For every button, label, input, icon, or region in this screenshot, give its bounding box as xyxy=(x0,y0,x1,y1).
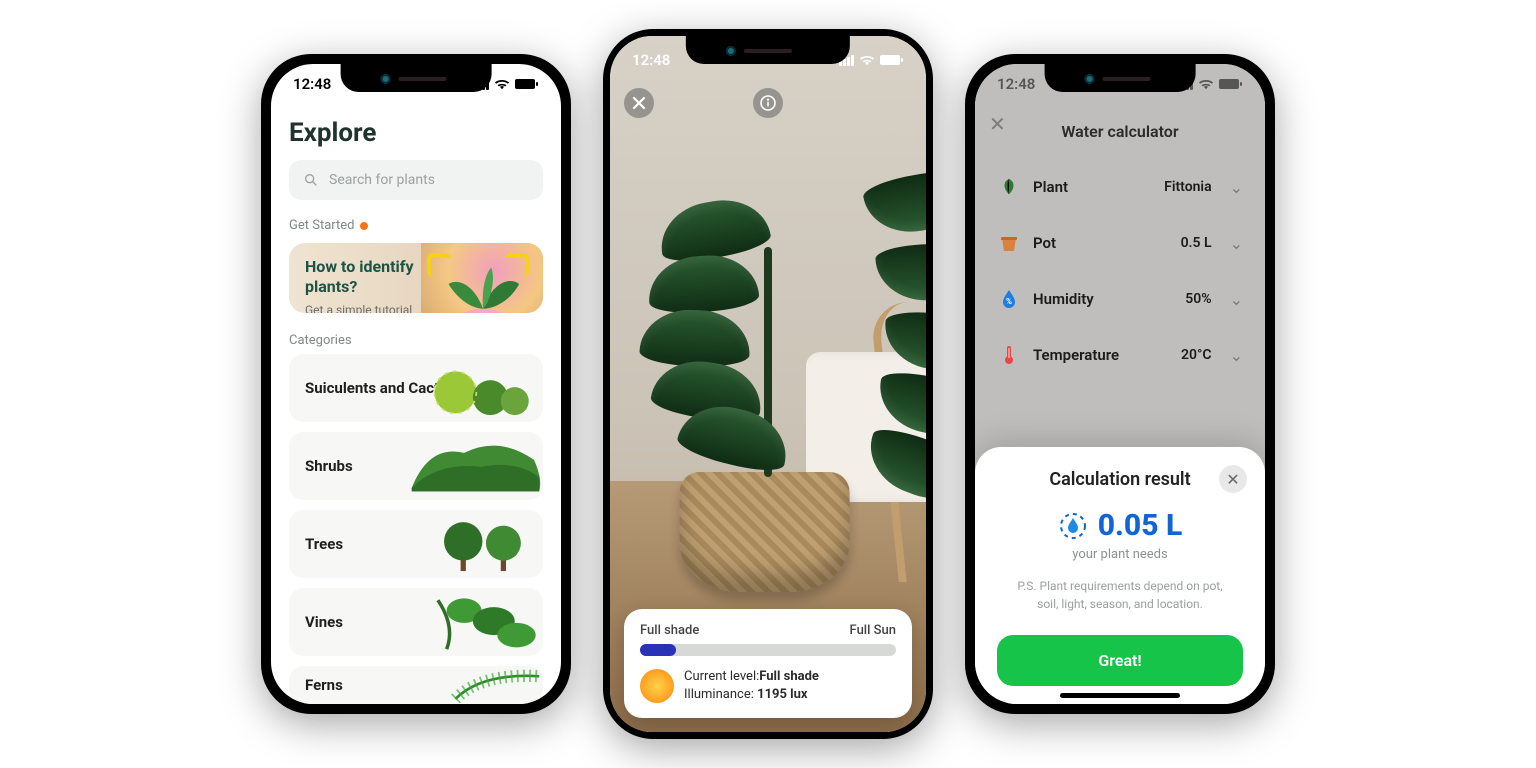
great-button[interactable]: Great! xyxy=(997,635,1243,686)
illuminance-value: 1195 lux xyxy=(757,687,807,702)
row-humidity-value: 50% xyxy=(1185,291,1211,307)
pot-icon xyxy=(997,231,1021,255)
close-button[interactable]: ✕ xyxy=(989,112,1006,136)
page-title: Explore xyxy=(289,118,543,148)
wifi-icon xyxy=(1198,78,1214,90)
meter-max-label: Full Sun xyxy=(850,623,896,638)
category-item-vines[interactable]: Vines xyxy=(289,588,543,656)
battery-icon xyxy=(1219,78,1243,90)
badge-dot xyxy=(360,222,368,230)
wifi-icon xyxy=(859,54,875,66)
battery-icon xyxy=(515,78,539,90)
row-pot-value: 0.5 L xyxy=(1181,235,1212,251)
phone-lightmeter: 12:48 xyxy=(603,29,933,739)
humidity-icon: % xyxy=(997,287,1021,311)
wifi-icon xyxy=(494,78,510,90)
light-meter-slider[interactable] xyxy=(640,644,896,656)
row-plant-value: Fittonia xyxy=(1164,179,1211,195)
thermometer-icon xyxy=(997,343,1021,367)
phone-water-calculator: 12:48 ✕ Water calculator Plant Fittonia … xyxy=(965,54,1275,714)
plant-icon xyxy=(997,175,1021,199)
result-sheet: ✕ Calculation result 0.05 L your plant n… xyxy=(975,447,1265,704)
chevron-down-icon: ⌄ xyxy=(1230,234,1243,253)
result-subtitle: your plant needs xyxy=(997,547,1243,562)
water-drop-icon xyxy=(1058,511,1088,541)
category-image xyxy=(403,432,543,500)
info-button[interactable] xyxy=(753,88,783,118)
notch xyxy=(341,64,492,92)
illuminance-prefix: Illuminance: xyxy=(684,687,754,702)
category-item-trees[interactable]: Trees xyxy=(289,510,543,578)
category-item-ferns[interactable]: Ferns xyxy=(289,666,543,704)
search-placeholder: Search for plants xyxy=(329,172,435,188)
light-meter-fill xyxy=(640,644,676,656)
category-image xyxy=(403,510,543,578)
row-humidity[interactable]: % Humidity 50% ⌄ xyxy=(993,271,1247,327)
row-temperature-value: 20°C xyxy=(1181,347,1212,363)
tutorial-card[interactable]: How to identify plants? Get a simple tut… xyxy=(289,243,543,313)
status-time: 12:48 xyxy=(632,51,670,69)
row-temperature[interactable]: Temperature 20°C ⌄ xyxy=(993,327,1247,383)
search-icon xyxy=(303,172,319,188)
notch xyxy=(686,36,850,64)
viewfinder-corner-icon xyxy=(505,253,529,277)
viewfinder-corner-icon xyxy=(427,253,451,277)
page-title: Water calculator xyxy=(993,114,1247,159)
sun-icon xyxy=(640,669,674,703)
row-pot[interactable]: Pot 0.5 L ⌄ xyxy=(993,215,1247,271)
current-level-prefix: Current level: xyxy=(684,669,759,684)
result-value: 0.05 L xyxy=(1098,508,1183,543)
status-time: 12:48 xyxy=(293,75,331,93)
chevron-down-icon: ⌄ xyxy=(1230,290,1243,309)
camera-view: Full shade Full Sun Current level:Full s… xyxy=(610,36,926,732)
search-input[interactable]: Search for plants xyxy=(289,160,543,200)
chevron-down-icon: ⌄ xyxy=(1230,346,1243,365)
category-image xyxy=(403,588,543,656)
close-button[interactable] xyxy=(624,88,654,118)
meter-min-label: Full shade xyxy=(640,623,699,638)
categories-label: Categories xyxy=(289,333,543,348)
current-level-value: Full shade xyxy=(759,669,819,684)
result-note: P.S. Plant requirements depend on pot, s… xyxy=(997,578,1243,613)
plant-illustration xyxy=(618,162,918,482)
category-item-succulents[interactable]: Suiculents and Cacti xyxy=(289,354,543,422)
category-item-shrubs[interactable]: Shrubs xyxy=(289,432,543,500)
battery-icon xyxy=(880,54,904,66)
light-meter-card: Full shade Full Sun Current level:Full s… xyxy=(624,609,912,718)
svg-text:%: % xyxy=(1006,297,1012,306)
home-indicator xyxy=(1060,693,1180,698)
row-plant[interactable]: Plant Fittonia ⌄ xyxy=(993,159,1247,215)
result-heading: Calculation result xyxy=(997,469,1243,490)
category-image xyxy=(403,666,543,704)
category-image xyxy=(403,354,543,422)
status-time: 12:48 xyxy=(997,75,1035,93)
notch xyxy=(1045,64,1196,92)
get-started-label: Get Started xyxy=(289,218,543,233)
chevron-down-icon: ⌄ xyxy=(1230,178,1243,197)
plant-pot xyxy=(680,472,850,592)
phone-explore: 12:48 Explore Search for plants Get Star… xyxy=(261,54,571,714)
